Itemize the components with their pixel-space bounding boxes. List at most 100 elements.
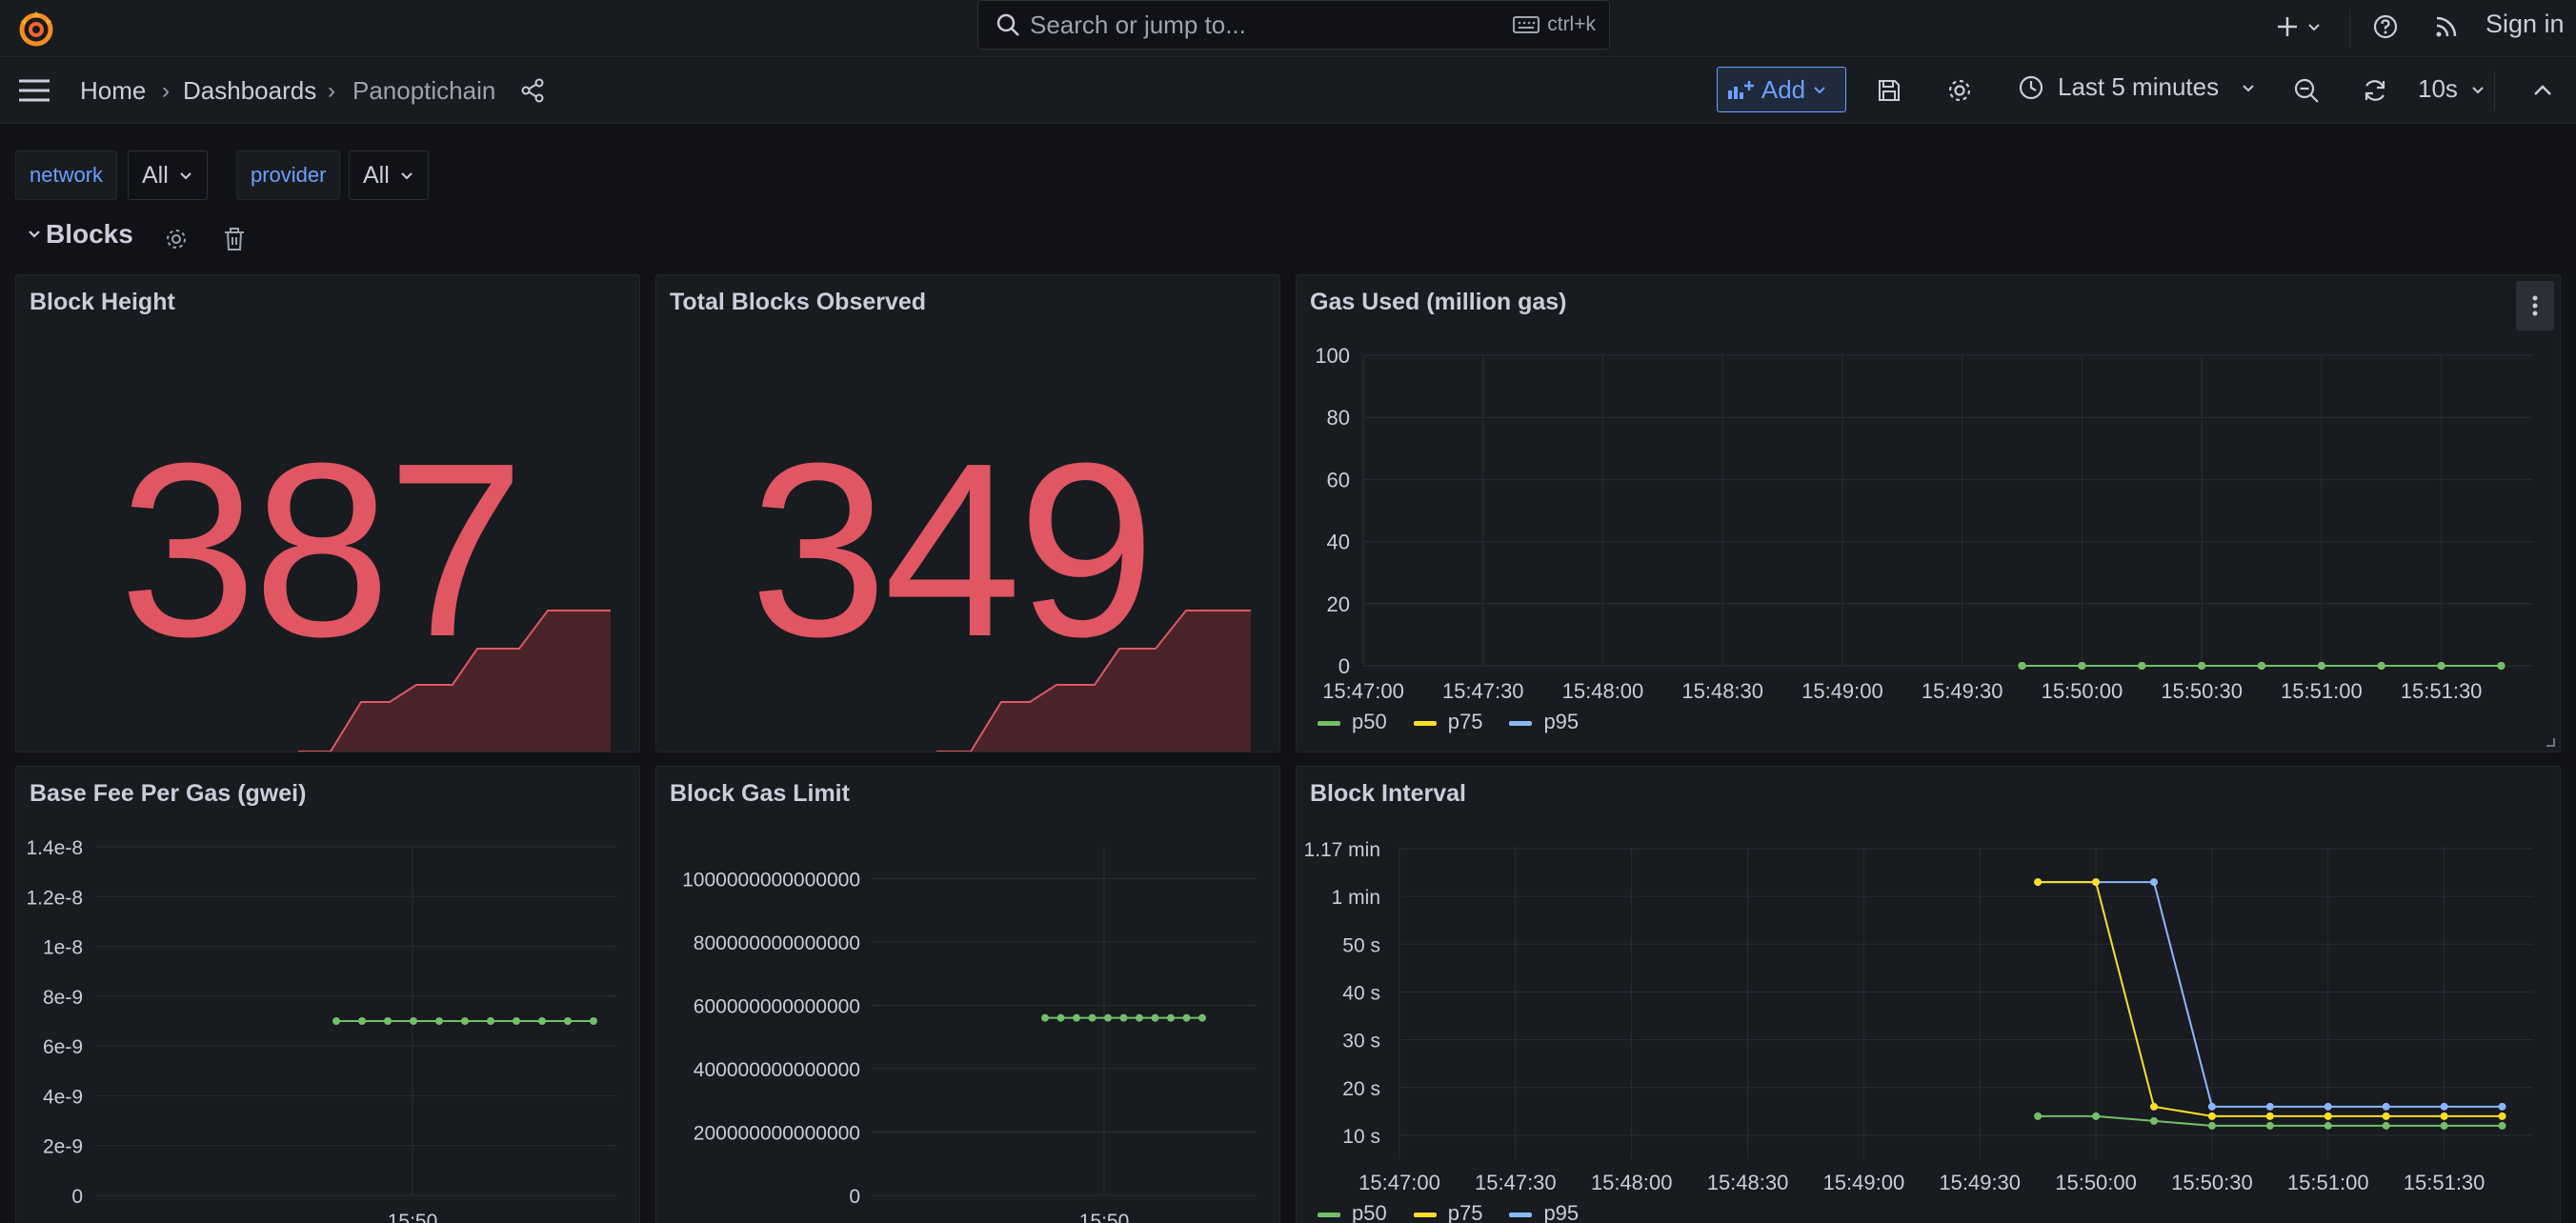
search-shortcut-label: ctrl+k: [1547, 13, 1596, 35]
y-tick-label: 10 s: [1342, 1126, 1380, 1148]
panel-total-blocks[interactable]: Total Blocks Observed 349: [655, 274, 1280, 752]
data-point-p75: [2265, 1112, 2274, 1120]
refresh-interval-picker[interactable]: 10s: [2418, 74, 2486, 104]
variable-label-network: network: [15, 150, 118, 200]
data-point-p95: [2382, 1102, 2390, 1111]
add-button-label: Add: [1761, 74, 1806, 104]
refresh-icon[interactable]: [2361, 76, 2389, 105]
data-point: [564, 1017, 572, 1025]
variable-label-provider: provider: [236, 150, 341, 200]
x-tick-label: 15:47:00: [1322, 679, 1404, 703]
y-tick-label: 800000000000000: [694, 932, 860, 954]
data-point-p50: [2149, 1116, 2158, 1125]
y-tick-label: 400000000000000: [694, 1059, 860, 1081]
data-point: [1167, 1013, 1175, 1022]
legend-item-p95[interactable]: p95: [1509, 710, 1579, 734]
variable-select-provider[interactable]: All: [349, 150, 429, 200]
data-point-p50: [2437, 662, 2445, 670]
data-point-p50: [2440, 1121, 2448, 1130]
menu-icon[interactable]: [17, 76, 51, 105]
data-point-p50: [2078, 662, 2086, 670]
data-point: [1088, 1013, 1097, 1022]
y-tick-label: 40 s: [1342, 982, 1380, 1004]
nav-bar: Home › Dashboards › Panoptichain Add Las…: [0, 57, 2576, 124]
data-point-p95: [2324, 1102, 2332, 1111]
divider: [2349, 10, 2350, 48]
divider: [2494, 70, 2495, 110]
help-button[interactable]: [2372, 11, 2399, 42]
search-icon: [996, 13, 1019, 36]
base-fee-chart: 0 2e-9 4e-9 6e-9 8e-9 1e-8 1.2e-8 1.4e-8 15:50: [26, 837, 616, 1223]
y-tick-label: 1000000000000000: [682, 869, 860, 891]
top-bar: Search or jump to... ctrl+k Sign in: [0, 0, 2576, 57]
y-tick-label: 1.17 min: [1303, 839, 1380, 861]
chevron-down-icon: [1814, 87, 1825, 94]
y-tick-label: 40: [1327, 531, 1350, 554]
data-point: [1136, 1013, 1143, 1022]
x-tick-label: 15:48:30: [1707, 1171, 1789, 1194]
data-point-p75: [2207, 1112, 2216, 1120]
data-point-p95: [2498, 1102, 2506, 1111]
y-tick-label: 60: [1327, 468, 1350, 491]
y-tick-label: 100: [1315, 344, 1350, 368]
panel-gas-used[interactable]: Gas Used (million gas) 0 20 40 60 80 100 15:47…: [1296, 274, 2561, 752]
y-tick-label: 6e-9: [43, 1036, 83, 1058]
add-button[interactable]: Add: [1717, 67, 1846, 112]
search-input[interactable]: Search or jump to... ctrl+k: [977, 0, 1610, 50]
keyboard-icon: [1513, 16, 1540, 33]
data-point-p95: [2207, 1102, 2216, 1111]
stat-value: 387: [119, 412, 525, 689]
row-header-blocks[interactable]: Blocks: [27, 219, 133, 250]
chevron-up-icon[interactable]: [2530, 80, 2555, 101]
new-menu-button[interactable]: [2275, 11, 2323, 42]
data-point-p50: [2317, 662, 2325, 670]
data-point-p50: [2198, 662, 2206, 670]
share-icon[interactable]: [518, 76, 547, 105]
trash-icon[interactable]: [223, 227, 246, 251]
news-button[interactable]: [2433, 11, 2460, 42]
panel-block-interval[interactable]: Block Interval 10 s 20 s 30 s 40 s 50 s1 min…: [1296, 766, 2561, 1223]
variable-select-network[interactable]: All: [128, 150, 208, 200]
zoom-out-icon[interactable]: [2292, 76, 2321, 105]
resize-handle-icon[interactable]: [2543, 734, 2556, 748]
panel-base-fee[interactable]: Base Fee Per Gas (gwei) 0 2e-9 4e-9 6e-9 8e-…: [15, 766, 640, 1223]
data-point-p75: [2034, 878, 2043, 887]
time-range-picker[interactable]: Last 5 minutes: [2018, 72, 2257, 102]
x-tick-label: 15:51:30: [2404, 1171, 2485, 1194]
chevron-down-icon: [401, 172, 413, 180]
gas-used-chart: 0 20 40 60 80 100 15:47:00 15:47:30 15:48:00 15:4…: [1315, 344, 2533, 703]
data-point: [513, 1017, 520, 1025]
y-tick-label: 20: [1327, 592, 1350, 616]
save-icon[interactable]: [1877, 78, 1902, 103]
data-point: [538, 1017, 546, 1025]
chevron-down-icon: [2308, 24, 2320, 31]
add-panel-icon: [1727, 81, 1754, 99]
x-tick-label: 15:50:00: [2055, 1171, 2137, 1194]
grafana-logo-icon[interactable]: [15, 8, 57, 50]
settings-gear-icon[interactable]: [1945, 76, 1974, 105]
data-point: [1151, 1013, 1159, 1022]
row-settings-gear-icon[interactable]: [164, 227, 189, 251]
legend-item-p50[interactable]: p50: [1318, 1201, 1387, 1223]
data-point-p50: [2324, 1121, 2332, 1130]
x-tick-label: 15:47:00: [1358, 1171, 1440, 1194]
legend-item-p75[interactable]: p75: [1413, 1201, 1482, 1223]
breadcrumb-home[interactable]: Home: [80, 76, 146, 106]
panel-block-height[interactable]: Block Height 387: [15, 274, 640, 752]
panel-gas-limit[interactable]: Block Gas Limit 0 200000000000000 40000000…: [655, 766, 1280, 1223]
data-point: [332, 1017, 340, 1025]
data-point-p50: [2207, 1121, 2216, 1130]
legend-item-p50[interactable]: p50: [1318, 710, 1387, 734]
data-point: [358, 1017, 366, 1025]
x-tick-label: 15:48:30: [1681, 679, 1763, 703]
y-tick-label: 2e-9: [43, 1136, 83, 1158]
legend-item-p75[interactable]: p75: [1413, 710, 1482, 734]
legend-item-p95[interactable]: p95: [1509, 1201, 1579, 1223]
plus-icon: [2278, 17, 2297, 36]
breadcrumb-dashboards[interactable]: Dashboards: [183, 76, 316, 106]
x-tick-label: 15:50: [388, 1211, 438, 1223]
sign-in-link[interactable]: Sign in: [2485, 10, 2565, 39]
data-point: [590, 1017, 597, 1025]
data-point-p50: [2092, 1112, 2101, 1120]
x-tick-label: 15:47:30: [1475, 1171, 1557, 1194]
